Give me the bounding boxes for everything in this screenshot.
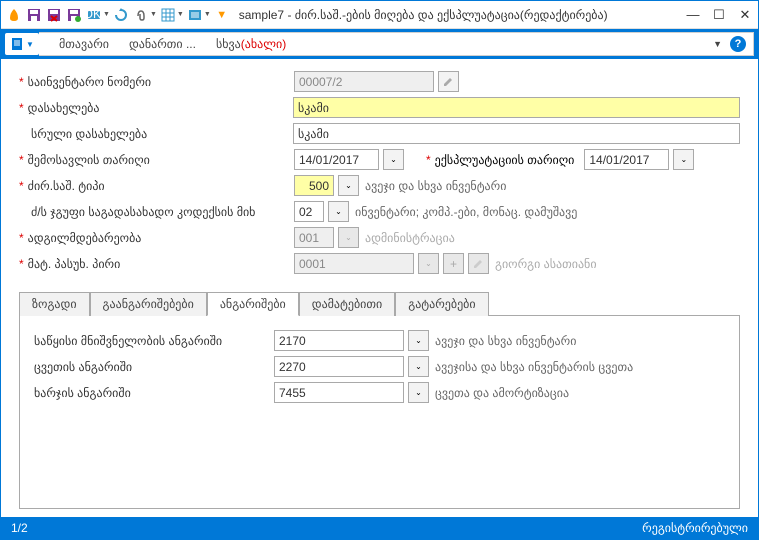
save-new-icon[interactable] — [65, 6, 83, 24]
menu-doc-button[interactable]: ▼ — [5, 33, 39, 55]
tax-group-label: ძ/ს ჯგუფი საგადასახადო კოდექსის მიხ — [31, 205, 255, 219]
tab-calculations[interactable]: გაანგარიშებები — [90, 292, 207, 316]
statusbar: 1/2 რეგისტრირებული — [1, 517, 758, 539]
tax-group-desc: ინვენტარი; კომპ.-ები, მონაც. დამუშავე — [355, 205, 577, 219]
income-date-field[interactable] — [294, 149, 379, 170]
loc-dropdown-button: ⌄ — [338, 227, 359, 248]
tax-group-dropdown-button[interactable]: ⌄ — [328, 201, 349, 222]
refresh-icon[interactable] — [112, 6, 130, 24]
resp-field — [294, 253, 414, 274]
depr-acc-desc: ავეჯისა და სხვა ინვენტარის ცვეთა — [435, 360, 633, 374]
dropdown-arrow-icon[interactable]: ▼ — [103, 11, 110, 18]
depr-acc-field[interactable] — [274, 356, 404, 377]
exploit-date-picker-button[interactable]: ⌄ — [673, 149, 694, 170]
exp-acc-field[interactable] — [274, 382, 404, 403]
tabs: ზოგადი გაანგარიშებები ანგარიშები დამატებ… — [19, 291, 740, 316]
tab-additional[interactable]: დამატებითი — [299, 292, 395, 316]
grid-icon[interactable] — [159, 6, 177, 24]
resp-desc: გიორგი ასათიანი — [495, 257, 597, 271]
resp-dropdown-button: ⌄ — [418, 253, 439, 274]
full-name-field[interactable] — [293, 123, 740, 144]
tab-body: საწყისი მნიშვნელობის ანგარიში ⌄ ავეჯი და… — [19, 316, 740, 509]
list-icon[interactable] — [186, 6, 204, 24]
init-acc-label: საწყისი მნიშვნელობის ანგარიში — [34, 334, 222, 348]
svg-text:OK!: OK! — [87, 8, 101, 21]
resp-edit-button — [468, 253, 489, 274]
menu-extra[interactable]: სხვა(ახალი) — [216, 37, 286, 51]
titlebar: OK! ▼ ▼ ▼ ▼ ▼ sample7 - ძირ.საშ.-ების მი… — [1, 1, 758, 29]
toolbar: OK! ▼ ▼ ▼ ▼ ▼ — [5, 6, 231, 24]
help-icon[interactable]: ? — [730, 36, 746, 52]
income-date-label: შემოსავლის თარიღი — [28, 153, 150, 167]
loc-field — [294, 227, 334, 248]
name-field[interactable] — [293, 97, 740, 118]
init-acc-dropdown-button[interactable]: ⌄ — [408, 330, 429, 351]
menubar: ▼ მთავარი დანართი ... სხვა(ახალი) ▼ ? — [1, 29, 758, 59]
exploit-date-field[interactable] — [584, 149, 669, 170]
app-icon[interactable] — [5, 6, 23, 24]
exp-acc-desc: ცვეთა და ამორტიზაცია — [435, 386, 569, 400]
full-name-label: სრული დასახელება — [31, 127, 147, 141]
name-label: დასახელება — [28, 101, 100, 115]
type-field[interactable] — [294, 175, 334, 196]
exp-acc-dropdown-button[interactable]: ⌄ — [408, 382, 429, 403]
save-close-icon[interactable] — [45, 6, 63, 24]
menu-expand-icon[interactable]: ▼ — [713, 39, 722, 49]
tab-accounts[interactable]: ანგარიშები — [207, 292, 299, 316]
tab-entries[interactable]: გატარებები — [395, 292, 488, 316]
inv-no-field — [294, 71, 434, 92]
form: *საინვენტარო ნომერი *დასახელება სრული და… — [1, 59, 758, 285]
save-icon[interactable] — [25, 6, 43, 24]
close-button[interactable]: ✕ — [738, 8, 752, 22]
loc-label: ადგილმდებარეობა — [28, 231, 142, 245]
menu-main[interactable]: მთავარი — [59, 37, 109, 51]
window-controls: — ☐ ✕ — [686, 8, 752, 22]
init-acc-field[interactable] — [274, 330, 404, 351]
depr-acc-dropdown-button[interactable]: ⌄ — [408, 356, 429, 377]
inv-no-edit-button[interactable] — [438, 71, 459, 92]
exp-acc-label: ხარჯის ანგარიში — [34, 386, 131, 400]
income-date-picker-button[interactable]: ⌄ — [383, 149, 404, 170]
dropdown-arrow-icon[interactable]: ▼ — [150, 11, 157, 18]
type-desc: ავეჯი და სხვა ინვენტარი — [365, 179, 506, 193]
attach-icon[interactable] — [132, 6, 150, 24]
depr-acc-label: ცვეთის ანგარიში — [34, 360, 132, 374]
status-state: რეგისტრირებული — [642, 521, 748, 535]
type-dropdown-button[interactable]: ⌄ — [338, 175, 359, 196]
window-title: sample7 - ძირ.საშ.-ების მიღება და ექსპლუ… — [239, 8, 608, 22]
type-label: ძირ.საშ. ტიპი — [28, 179, 105, 193]
dropdown-arrow-icon[interactable]: ▼ — [177, 11, 184, 18]
loc-desc: ადმინისტრაცია — [365, 231, 455, 245]
inv-no-label: საინვენტარო ნომერი — [28, 75, 151, 89]
menu-attachment[interactable]: დანართი ... — [129, 37, 196, 51]
init-acc-desc: ავეჯი და სხვა ინვენტარი — [435, 334, 576, 348]
resp-label: მატ. პასუხ. პირი — [28, 257, 121, 271]
tax-group-field[interactable] — [294, 201, 324, 222]
status-page: 1/2 — [11, 521, 28, 535]
pin-icon[interactable]: ▼ — [213, 6, 231, 24]
exploit-date-label: ექსპლუატაციის თარიღი — [435, 153, 575, 167]
resp-add-button: + — [443, 253, 464, 274]
maximize-button[interactable]: ☐ — [712, 8, 726, 22]
register-icon[interactable]: OK! — [85, 6, 103, 24]
minimize-button[interactable]: — — [686, 8, 700, 22]
tab-general[interactable]: ზოგადი — [19, 292, 90, 316]
dropdown-arrow-icon[interactable]: ▼ — [204, 11, 211, 18]
